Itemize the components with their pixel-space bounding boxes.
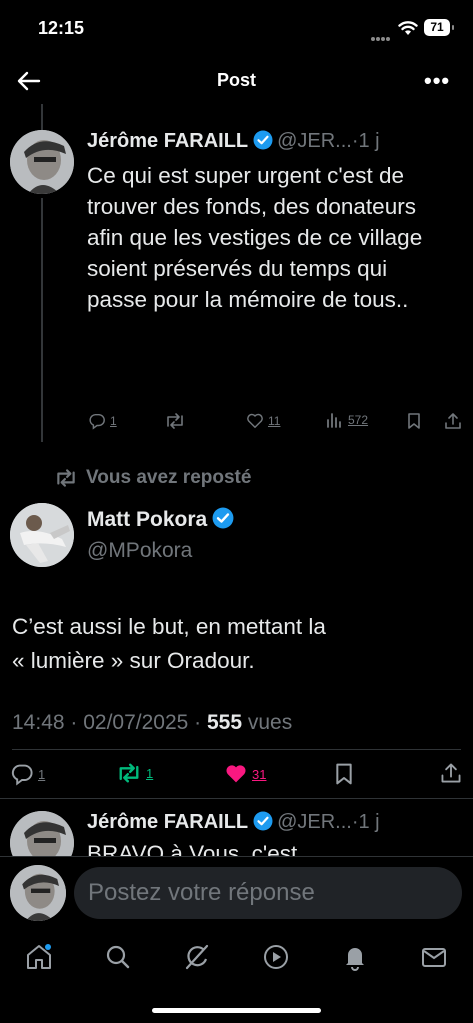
- post-age: 1 j: [358, 811, 380, 833]
- notifications-icon: [346, 948, 364, 971]
- tab-notifications[interactable]: [340, 942, 370, 972]
- home-icon: [27, 944, 51, 969]
- repost-indicator-text: Vous avez reposté: [86, 467, 252, 488]
- verified-badge-icon: [212, 507, 234, 529]
- reply-count: 1: [38, 766, 46, 782]
- avatar[interactable]: [10, 811, 74, 856]
- post-header: Jérôme FARAILL @JER...·1 j: [87, 811, 380, 834]
- bookmark-icon[interactable]: [333, 762, 355, 786]
- repost-indicator: Vous avez reposté: [54, 467, 251, 489]
- author-handle: @MPokora: [87, 539, 193, 562]
- avatar[interactable]: [10, 130, 74, 194]
- divider: [12, 749, 461, 750]
- reply-count: 1: [110, 414, 117, 428]
- repost-icon: [167, 413, 183, 429]
- reply-icon: [11, 764, 33, 786]
- status-bar: 12:15 71: [0, 0, 473, 56]
- like-action[interactable]: 11: [246, 412, 280, 430]
- tab-messages[interactable]: [419, 942, 449, 972]
- top-nav: Post •••: [0, 58, 473, 104]
- search-icon: [106, 945, 130, 969]
- post-meta: 14:48 · 02/07/2025 · 555 vues: [12, 711, 292, 735]
- reply-action[interactable]: 1: [10, 762, 45, 786]
- avatar[interactable]: [10, 503, 74, 567]
- tab-search[interactable]: [103, 942, 133, 972]
- signal-icon: [371, 28, 393, 41]
- post-header: Matt Pokora: [87, 507, 234, 532]
- views-icon: [327, 413, 341, 428]
- grok-icon: [185, 944, 209, 970]
- views-label: vues: [242, 711, 293, 734]
- post-text-line: C’est aussi le but, en mettant la: [12, 614, 326, 639]
- reply-composer: Postez votre réponse: [0, 856, 473, 931]
- repost-icon: [57, 469, 75, 487]
- heart-icon: [226, 765, 246, 783]
- post-timestamp: 14:48 · 02/07/2025 ·: [12, 711, 207, 734]
- views-action[interactable]: 572: [326, 412, 368, 428]
- home-indicator: [152, 1008, 321, 1013]
- separator: ·: [351, 130, 359, 152]
- share-icon[interactable]: [440, 762, 462, 784]
- author-name[interactable]: Jérôme FARAILL: [87, 811, 248, 833]
- video-icon: [264, 945, 288, 969]
- like-action[interactable]: 31: [224, 762, 266, 786]
- repost-action[interactable]: 1: [116, 762, 153, 784]
- status-time: 12:15: [38, 18, 85, 38]
- reply-preview[interactable]: Jérôme FARAILL @JER...·1 j BRAVO à Vous,…: [0, 799, 473, 856]
- author-handle: @JER...: [277, 130, 352, 152]
- post-actions: 1 11 572: [84, 412, 464, 436]
- reply-icon: [89, 413, 105, 430]
- avatar: [10, 865, 66, 921]
- views-count: 555: [206, 711, 243, 734]
- page-title: Post: [216, 70, 256, 90]
- post-text: C’est aussi le but, en mettant la « lumi…: [12, 610, 452, 678]
- post-text-line: « lumière » sur Oradour.: [12, 648, 255, 673]
- reply-input[interactable]: Postez votre réponse: [74, 867, 462, 919]
- post-age: 1 j: [358, 130, 380, 152]
- messages-icon: [422, 948, 446, 967]
- reply-action[interactable]: 1: [88, 412, 117, 430]
- post-text: Ce qui est super urgent c'est de trouver…: [87, 163, 423, 312]
- thread-line: [41, 104, 43, 130]
- bookmark-icon[interactable]: [406, 412, 422, 430]
- wifi-icon: [398, 21, 418, 35]
- repost-count: 1: [146, 765, 154, 781]
- author-handle: @JER...: [277, 811, 352, 833]
- post-actions: 1 1 31: [10, 762, 465, 788]
- views-count: 572: [348, 413, 369, 427]
- tab-bar: [0, 930, 473, 986]
- heart-icon: [247, 413, 263, 429]
- more-options-icon[interactable]: •••: [424, 68, 450, 94]
- tab-home[interactable]: [24, 942, 54, 972]
- like-count: 11: [268, 414, 281, 428]
- post-header: Jérôme FARAILL @JER...·1 j: [87, 130, 380, 153]
- share-icon[interactable]: [444, 412, 462, 430]
- like-count: 31: [252, 766, 267, 782]
- tab-grok[interactable]: [182, 942, 212, 972]
- repost-action[interactable]: [164, 412, 186, 430]
- thread-line: [41, 198, 43, 442]
- tab-video[interactable]: [261, 942, 291, 972]
- battery-icon: 71: [424, 19, 454, 36]
- verified-badge-icon: [253, 811, 273, 831]
- repost-icon: [119, 763, 139, 783]
- verified-badge-icon: [253, 130, 273, 150]
- post-text: BRAVO à Vous, c'est: [87, 841, 298, 856]
- separator: ·: [351, 811, 359, 833]
- author-name[interactable]: Jérôme FARAILL: [87, 130, 248, 152]
- author-name[interactable]: Matt Pokora: [87, 508, 207, 531]
